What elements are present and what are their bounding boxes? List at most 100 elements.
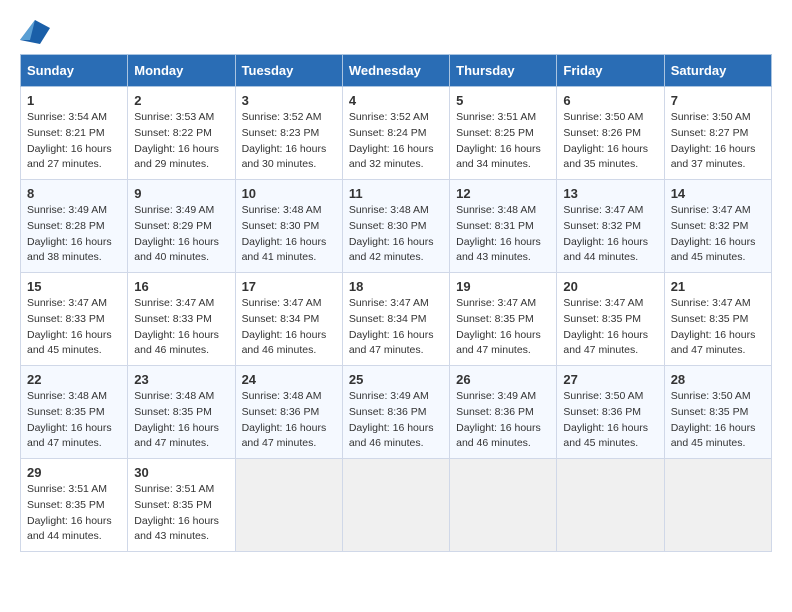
sunrise-text: Sunrise: 3:50 AM <box>671 111 751 123</box>
daylight-text: Daylight: 16 hours and 45 minutes. <box>563 422 648 450</box>
daylight-text: Daylight: 16 hours and 43 minutes. <box>134 515 219 543</box>
calendar-cell <box>235 459 342 552</box>
daylight-text: Daylight: 16 hours and 44 minutes. <box>27 515 112 543</box>
calendar-week-row: 1 Sunrise: 3:54 AM Sunset: 8:21 PM Dayli… <box>21 87 772 180</box>
calendar-cell: 30 Sunrise: 3:51 AM Sunset: 8:35 PM Dayl… <box>128 459 235 552</box>
day-number: 12 <box>456 186 550 201</box>
calendar-cell: 24 Sunrise: 3:48 AM Sunset: 8:36 PM Dayl… <box>235 366 342 459</box>
sunset-text: Sunset: 8:33 PM <box>134 313 212 325</box>
day-number: 11 <box>349 186 443 201</box>
calendar-week-row: 15 Sunrise: 3:47 AM Sunset: 8:33 PM Dayl… <box>21 273 772 366</box>
sunset-text: Sunset: 8:25 PM <box>456 127 534 139</box>
day-number: 20 <box>563 279 657 294</box>
cell-content: Sunrise: 3:47 AM Sunset: 8:35 PM Dayligh… <box>671 296 765 359</box>
sunrise-text: Sunrise: 3:52 AM <box>349 111 429 123</box>
cell-content: Sunrise: 3:52 AM Sunset: 8:24 PM Dayligh… <box>349 110 443 173</box>
sunset-text: Sunset: 8:35 PM <box>671 406 749 418</box>
daylight-text: Daylight: 16 hours and 45 minutes. <box>671 236 756 264</box>
day-number: 16 <box>134 279 228 294</box>
sunrise-text: Sunrise: 3:50 AM <box>671 390 751 402</box>
sunset-text: Sunset: 8:32 PM <box>563 220 641 232</box>
calendar-cell: 12 Sunrise: 3:48 AM Sunset: 8:31 PM Dayl… <box>450 180 557 273</box>
day-header-friday: Friday <box>557 55 664 87</box>
sunrise-text: Sunrise: 3:50 AM <box>563 111 643 123</box>
calendar-cell: 19 Sunrise: 3:47 AM Sunset: 8:35 PM Dayl… <box>450 273 557 366</box>
sunset-text: Sunset: 8:35 PM <box>134 499 212 511</box>
cell-content: Sunrise: 3:51 AM Sunset: 8:35 PM Dayligh… <box>27 482 121 545</box>
calendar-cell: 15 Sunrise: 3:47 AM Sunset: 8:33 PM Dayl… <box>21 273 128 366</box>
daylight-text: Daylight: 16 hours and 47 minutes. <box>134 422 219 450</box>
sunrise-text: Sunrise: 3:48 AM <box>242 390 322 402</box>
day-number: 13 <box>563 186 657 201</box>
daylight-text: Daylight: 16 hours and 34 minutes. <box>456 143 541 171</box>
sunset-text: Sunset: 8:29 PM <box>134 220 212 232</box>
sunrise-text: Sunrise: 3:47 AM <box>349 297 429 309</box>
day-number: 22 <box>27 372 121 387</box>
day-number: 23 <box>134 372 228 387</box>
calendar-cell: 29 Sunrise: 3:51 AM Sunset: 8:35 PM Dayl… <box>21 459 128 552</box>
daylight-text: Daylight: 16 hours and 27 minutes. <box>27 143 112 171</box>
cell-content: Sunrise: 3:47 AM Sunset: 8:33 PM Dayligh… <box>134 296 228 359</box>
sunset-text: Sunset: 8:35 PM <box>671 313 749 325</box>
cell-content: Sunrise: 3:47 AM Sunset: 8:34 PM Dayligh… <box>349 296 443 359</box>
sunset-text: Sunset: 8:24 PM <box>349 127 427 139</box>
sunrise-text: Sunrise: 3:47 AM <box>134 297 214 309</box>
day-header-tuesday: Tuesday <box>235 55 342 87</box>
day-header-monday: Monday <box>128 55 235 87</box>
daylight-text: Daylight: 16 hours and 45 minutes. <box>27 329 112 357</box>
logo-icon <box>20 20 50 44</box>
sunrise-text: Sunrise: 3:47 AM <box>456 297 536 309</box>
day-number: 24 <box>242 372 336 387</box>
day-number: 21 <box>671 279 765 294</box>
calendar-cell <box>342 459 449 552</box>
sunset-text: Sunset: 8:36 PM <box>563 406 641 418</box>
cell-content: Sunrise: 3:48 AM Sunset: 8:36 PM Dayligh… <box>242 389 336 452</box>
day-number: 8 <box>27 186 121 201</box>
calendar-week-row: 8 Sunrise: 3:49 AM Sunset: 8:28 PM Dayli… <box>21 180 772 273</box>
sunrise-text: Sunrise: 3:47 AM <box>242 297 322 309</box>
calendar-cell: 4 Sunrise: 3:52 AM Sunset: 8:24 PM Dayli… <box>342 87 449 180</box>
sunrise-text: Sunrise: 3:49 AM <box>349 390 429 402</box>
calendar-cell: 22 Sunrise: 3:48 AM Sunset: 8:35 PM Dayl… <box>21 366 128 459</box>
calendar-cell: 9 Sunrise: 3:49 AM Sunset: 8:29 PM Dayli… <box>128 180 235 273</box>
sunset-text: Sunset: 8:30 PM <box>349 220 427 232</box>
calendar-cell: 26 Sunrise: 3:49 AM Sunset: 8:36 PM Dayl… <box>450 366 557 459</box>
sunrise-text: Sunrise: 3:54 AM <box>27 111 107 123</box>
daylight-text: Daylight: 16 hours and 44 minutes. <box>563 236 648 264</box>
daylight-text: Daylight: 16 hours and 46 minutes. <box>242 329 327 357</box>
calendar-cell: 25 Sunrise: 3:49 AM Sunset: 8:36 PM Dayl… <box>342 366 449 459</box>
cell-content: Sunrise: 3:48 AM Sunset: 8:30 PM Dayligh… <box>242 203 336 266</box>
day-number: 2 <box>134 93 228 108</box>
sunset-text: Sunset: 8:35 PM <box>563 313 641 325</box>
daylight-text: Daylight: 16 hours and 38 minutes. <box>27 236 112 264</box>
cell-content: Sunrise: 3:48 AM Sunset: 8:31 PM Dayligh… <box>456 203 550 266</box>
daylight-text: Daylight: 16 hours and 47 minutes. <box>563 329 648 357</box>
sunset-text: Sunset: 8:31 PM <box>456 220 534 232</box>
daylight-text: Daylight: 16 hours and 45 minutes. <box>671 422 756 450</box>
sunrise-text: Sunrise: 3:47 AM <box>671 297 751 309</box>
calendar-cell <box>557 459 664 552</box>
sunset-text: Sunset: 8:34 PM <box>242 313 320 325</box>
cell-content: Sunrise: 3:49 AM Sunset: 8:28 PM Dayligh… <box>27 203 121 266</box>
calendar-cell: 3 Sunrise: 3:52 AM Sunset: 8:23 PM Dayli… <box>235 87 342 180</box>
sunset-text: Sunset: 8:36 PM <box>349 406 427 418</box>
cell-content: Sunrise: 3:51 AM Sunset: 8:25 PM Dayligh… <box>456 110 550 173</box>
calendar-cell: 20 Sunrise: 3:47 AM Sunset: 8:35 PM Dayl… <box>557 273 664 366</box>
day-number: 28 <box>671 372 765 387</box>
calendar-cell: 13 Sunrise: 3:47 AM Sunset: 8:32 PM Dayl… <box>557 180 664 273</box>
sunrise-text: Sunrise: 3:48 AM <box>456 204 536 216</box>
days-header-row: SundayMondayTuesdayWednesdayThursdayFrid… <box>21 55 772 87</box>
page-header <box>20 20 772 44</box>
day-number: 27 <box>563 372 657 387</box>
sunset-text: Sunset: 8:26 PM <box>563 127 641 139</box>
sunrise-text: Sunrise: 3:49 AM <box>134 204 214 216</box>
day-number: 19 <box>456 279 550 294</box>
calendar-cell: 23 Sunrise: 3:48 AM Sunset: 8:35 PM Dayl… <box>128 366 235 459</box>
sunset-text: Sunset: 8:30 PM <box>242 220 320 232</box>
daylight-text: Daylight: 16 hours and 46 minutes. <box>134 329 219 357</box>
cell-content: Sunrise: 3:47 AM Sunset: 8:34 PM Dayligh… <box>242 296 336 359</box>
day-header-saturday: Saturday <box>664 55 771 87</box>
day-number: 15 <box>27 279 121 294</box>
sunset-text: Sunset: 8:35 PM <box>27 499 105 511</box>
daylight-text: Daylight: 16 hours and 47 minutes. <box>242 422 327 450</box>
